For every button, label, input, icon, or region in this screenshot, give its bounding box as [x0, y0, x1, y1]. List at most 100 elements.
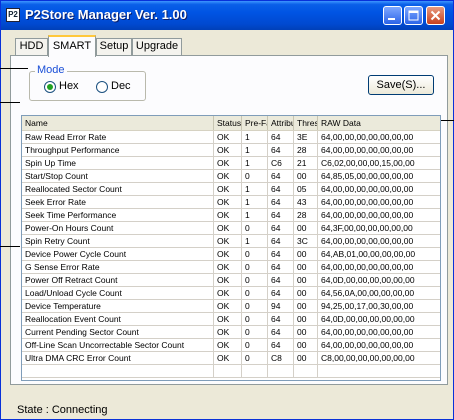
cell-empty	[268, 365, 294, 378]
cell-attribute: 64	[268, 196, 294, 209]
cell-name: Raw Read Error Rate	[22, 131, 214, 144]
cell-threshold: 00	[294, 248, 318, 261]
title-bar[interactable]: P2 P2Store Manager Ver. 1.00	[1, 1, 453, 30]
tab-hdd[interactable]: HDD	[15, 38, 48, 55]
save-button[interactable]: Save(S)...	[368, 75, 434, 95]
cell-status: OK	[214, 326, 242, 339]
cell-raw-data: 64,85,05,00,00,00,00,00	[318, 170, 440, 183]
table-row[interactable]: Device Power Cycle Count OK 0 64 00 64,AB,01,…	[22, 248, 440, 261]
cell-attribute: 64	[268, 274, 294, 287]
table-row[interactable]: Seek Time Performance OK 1 64 28 64,00,00,00,…	[22, 209, 440, 222]
hex-radio-label[interactable]: Hex	[59, 80, 79, 92]
dec-radio[interactable]	[96, 81, 108, 93]
cell-threshold: 00	[294, 313, 318, 326]
cell-threshold: 00	[294, 222, 318, 235]
cell-raw-data: 64,00,00,00,00,00,00,00	[318, 131, 440, 144]
table-row[interactable]: Ultra DMA CRC Error Count OK 0 C8 00 C8,00,00…	[22, 352, 440, 365]
leader-line	[0, 102, 20, 103]
cell-attribute: C6	[268, 157, 294, 170]
cell-attribute: 64	[268, 287, 294, 300]
minimize-icon	[388, 18, 395, 20]
cell-raw-data: 64,0D,00,00,00,00,00,00	[318, 313, 440, 326]
cell-attribute: 64	[268, 170, 294, 183]
table-row[interactable]: Throughput Performance OK 1 64 28 64,00,00,00…	[22, 144, 440, 157]
table-row[interactable]: Start/Stop Count OK 0 64 00 64,85,05,00,00,00…	[22, 170, 440, 183]
cell-status: OK	[214, 209, 242, 222]
cell-threshold: 28	[294, 209, 318, 222]
cell-threshold: 43	[294, 196, 318, 209]
cell-prefail: 1	[242, 209, 268, 222]
cell-name: Power Off Retract Count	[22, 274, 214, 287]
smart-table[interactable]: Name Status Pre-Fa Attribu Thresh RAW Da…	[21, 115, 441, 381]
cell-threshold: 00	[294, 261, 318, 274]
tab-setup[interactable]: Setup	[96, 38, 132, 55]
cell-attribute: 64	[268, 248, 294, 261]
cell-prefail: 1	[242, 157, 268, 170]
cell-attribute: 64	[268, 261, 294, 274]
cell-status: OK	[214, 222, 242, 235]
cell-threshold: 00	[294, 300, 318, 313]
cell-status: OK	[214, 274, 242, 287]
table-row[interactable]: Spin Retry Count OK 1 64 3C 64,00,00,00,00,00…	[22, 235, 440, 248]
cell-threshold: 00	[294, 339, 318, 352]
cell-name: G Sense Error Rate	[22, 261, 214, 274]
table-row[interactable]: Power Off Retract Count OK 0 64 00 64,0D,00,0…	[22, 274, 440, 287]
cell-status: OK	[214, 352, 242, 365]
cell-status: OK	[214, 287, 242, 300]
cell-threshold: 21	[294, 157, 318, 170]
cell-attribute: 94	[268, 300, 294, 313]
column-header-status[interactable]: Status	[214, 116, 242, 130]
cell-threshold: 3C	[294, 235, 318, 248]
leader-line	[0, 246, 20, 247]
cell-status: OK	[214, 235, 242, 248]
close-button[interactable]	[426, 6, 445, 25]
cell-threshold: 05	[294, 183, 318, 196]
column-header-attribute[interactable]: Attribu	[268, 116, 294, 130]
table-row[interactable]: Seek Error Rate OK 1 64 43 64,00,00,00,00,00,…	[22, 196, 440, 209]
cell-prefail: 0	[242, 287, 268, 300]
leader-line	[0, 68, 28, 69]
table-row[interactable]: Raw Read Error Rate OK 1 64 3E 64,00,00,00,00…	[22, 131, 440, 144]
column-header-name[interactable]: Name	[22, 116, 214, 130]
cell-name: Spin Up Time	[22, 157, 214, 170]
minimize-button[interactable]	[383, 6, 402, 25]
cell-name: Current Pending Sector Count	[22, 326, 214, 339]
cell-prefail: 0	[242, 313, 268, 326]
cell-threshold: 00	[294, 170, 318, 183]
cell-raw-data: 64,00,00,00,00,00,00,00	[318, 326, 440, 339]
table-row[interactable]: Device Temperature OK 0 94 00 94,25,00,17,00,…	[22, 300, 440, 313]
cell-raw-data: 94,25,00,17,00,30,00,00	[318, 300, 440, 313]
tab-smart[interactable]: SMART	[48, 35, 96, 57]
table-row[interactable]: Current Pending Sector Count OK 0 64 00 64,00…	[22, 326, 440, 339]
table-row[interactable]: G Sense Error Rate OK 0 64 00 64,00,00,00,00,…	[22, 261, 440, 274]
cell-empty	[242, 365, 268, 378]
cell-attribute: 64	[268, 339, 294, 352]
cell-attribute: 64	[268, 183, 294, 196]
cell-name: Power-On Hours Count	[22, 222, 214, 235]
app-icon: P2	[6, 8, 20, 22]
table-row[interactable]: Off-Line Scan Uncorrectable Sector Count…	[22, 339, 440, 352]
cell-prefail: 0	[242, 300, 268, 313]
table-row[interactable]: Reallocation Event Count OK 0 64 00 64,0D,00,…	[22, 313, 440, 326]
cell-attribute: 64	[268, 222, 294, 235]
dec-radio-label[interactable]: Dec	[111, 80, 131, 92]
cell-status: OK	[214, 144, 242, 157]
table-row[interactable]: Reallocated Sector Count OK 1 64 05 64,00,00,…	[22, 183, 440, 196]
table-row[interactable]: Power-On Hours Count OK 0 64 00 64,3F,00,00,0…	[22, 222, 440, 235]
cell-name: Seek Time Performance	[22, 209, 214, 222]
column-header-threshold[interactable]: Thresh	[294, 116, 318, 130]
cell-prefail: 0	[242, 352, 268, 365]
table-row[interactable]: Load/Unload Cycle Count OK 0 64 00 64,56,0A,0…	[22, 287, 440, 300]
table-row[interactable]: Spin Up Time OK 1 C6 21 C6,02,00,00,00,15,00,…	[22, 157, 440, 170]
tab-upgrade[interactable]: Upgrade	[132, 38, 182, 55]
cell-prefail: 0	[242, 326, 268, 339]
column-header-prefail[interactable]: Pre-Fa	[242, 116, 268, 130]
cell-status: OK	[214, 339, 242, 352]
cell-attribute: 64	[268, 209, 294, 222]
cell-raw-data: 64,3F,00,00,00,00,00,00	[318, 222, 440, 235]
cell-threshold: 3E	[294, 131, 318, 144]
column-header-raw-data[interactable]: RAW Data	[318, 116, 440, 130]
hex-radio[interactable]	[44, 81, 56, 93]
maximize-button[interactable]	[404, 6, 423, 25]
cell-raw-data: 64,00,00,00,00,00,00,00	[318, 183, 440, 196]
